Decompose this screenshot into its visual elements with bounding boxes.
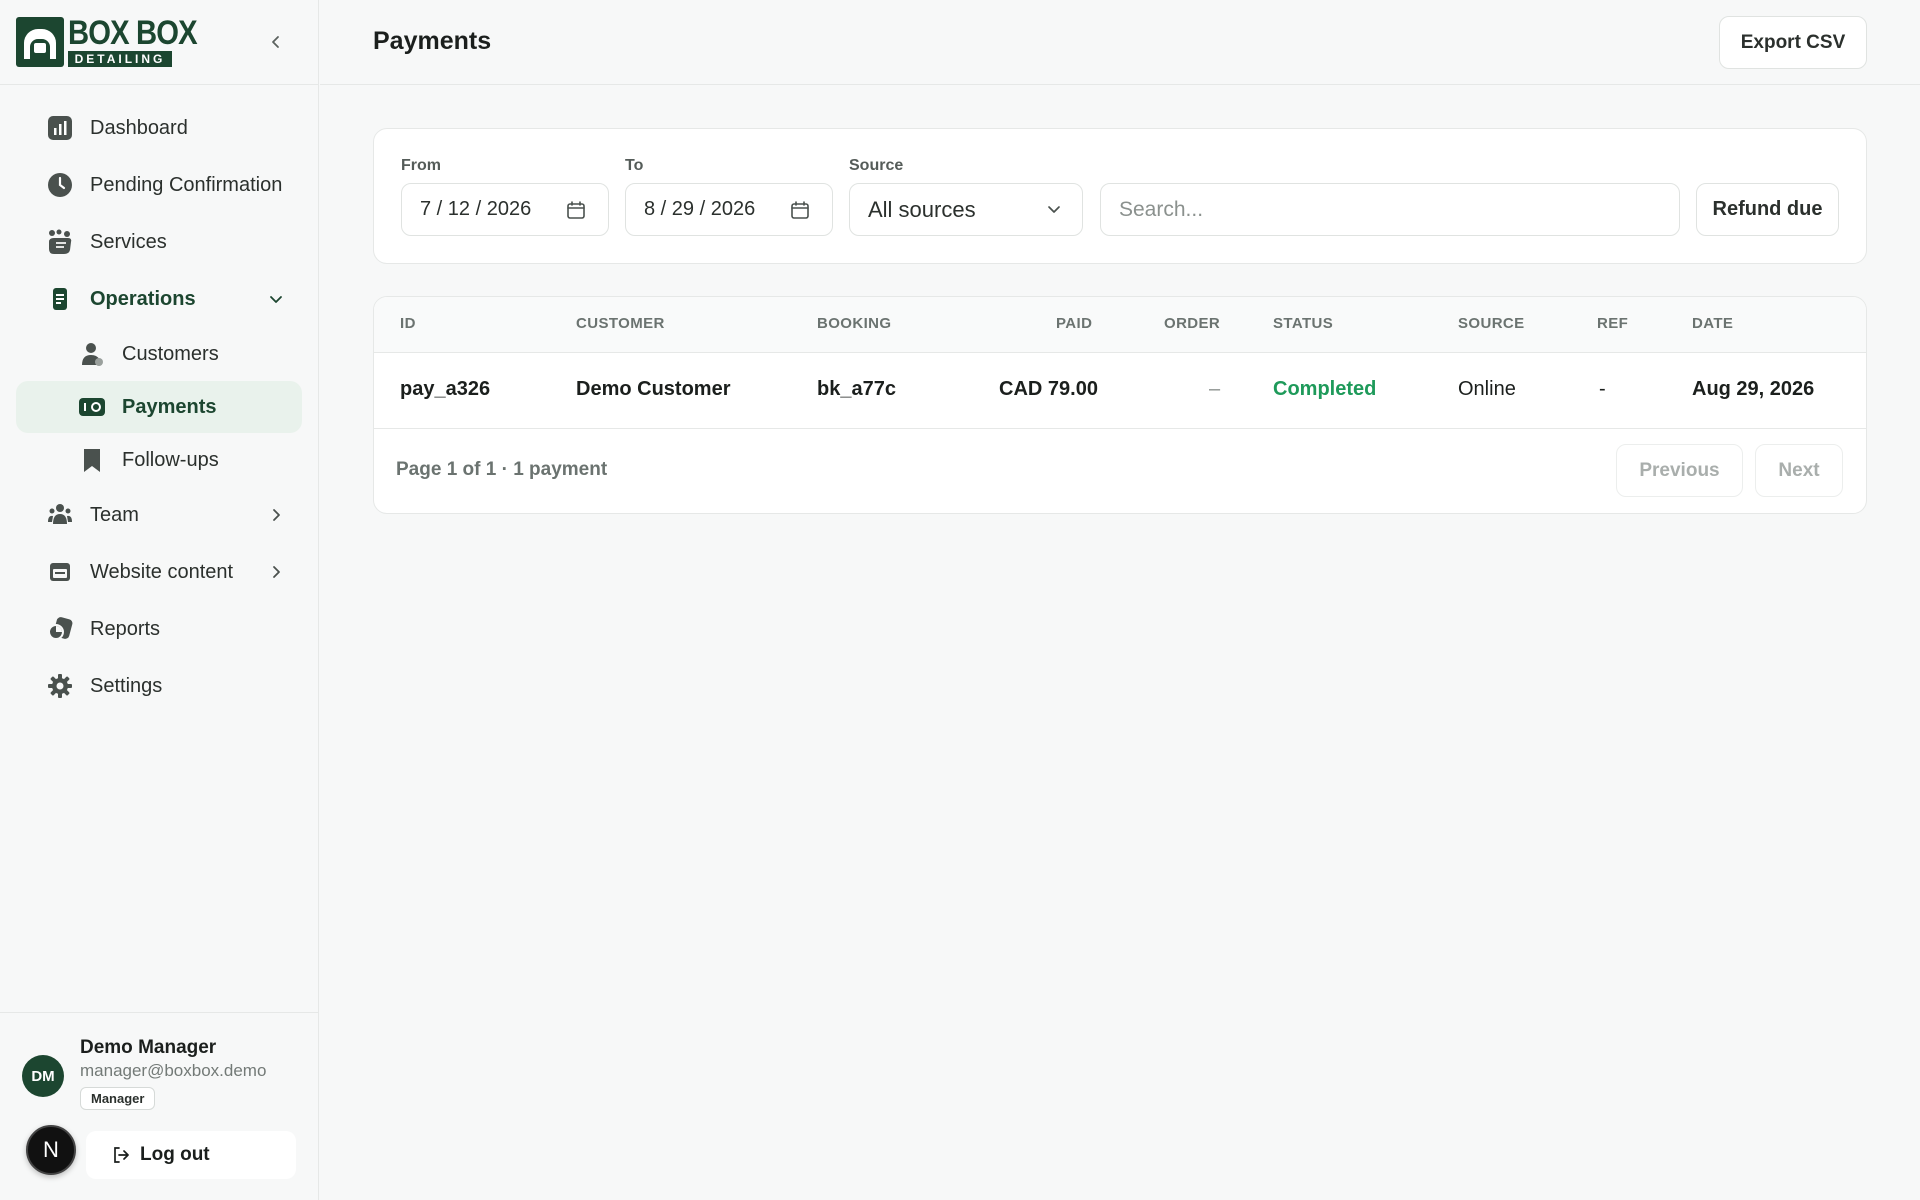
sidebar-item-label: Team <box>90 503 139 526</box>
column-header-ref[interactable]: REF <box>1597 315 1628 332</box>
sidebar-item-label: Services <box>90 230 167 253</box>
cell-id: pay_a326 <box>400 378 491 400</box>
to-date-value: 8 / 29 / 2026 <box>644 198 756 220</box>
sidebar-item-website-content[interactable]: Website content <box>16 544 302 600</box>
sidebar-item-label: Operations <box>90 287 196 310</box>
sidebar-item-team[interactable]: Team <box>16 487 302 543</box>
to-label: To <box>625 157 644 174</box>
cell-booking: bk_a77c <box>817 378 896 400</box>
sidebar-item-label: Customers <box>122 342 219 365</box>
logo-text: BOX BOX <box>68 14 198 52</box>
from-date-input[interactable]: 7 / 12 / 2026 <box>401 183 609 236</box>
sidebar-item-customers[interactable]: Customers <box>16 328 302 380</box>
team-icon <box>46 501 74 529</box>
sidebar-item-label: Reports <box>90 617 161 640</box>
dev-tools-badge[interactable]: N <box>26 1125 76 1175</box>
previous-page-button[interactable]: Previous <box>1616 444 1743 497</box>
source-label: Source <box>849 157 904 174</box>
payments-table: ID CUSTOMER BOOKING PAID ORDER STATUS SO… <box>373 296 1867 514</box>
column-header-order[interactable]: ORDER <box>1164 315 1220 332</box>
page-title: Payments <box>373 27 492 55</box>
source-select[interactable]: All sources <box>849 183 1083 236</box>
column-header-booking[interactable]: BOOKING <box>817 315 891 332</box>
chevron-down-icon <box>264 287 288 311</box>
hand-sparkle-icon <box>46 228 74 256</box>
window-icon <box>46 558 74 586</box>
cell-customer: Demo Customer <box>576 378 731 400</box>
refund-due-button[interactable]: Refund due <box>1696 183 1839 236</box>
user-icon <box>78 340 106 368</box>
table-header: ID CUSTOMER BOOKING PAID ORDER STATUS SO… <box>374 297 1866 353</box>
clock-icon <box>46 171 74 199</box>
sidebar: BOX BOX DETAILING Dashboard Pending Conf… <box>0 0 319 1200</box>
from-label: From <box>401 157 441 174</box>
chevron-right-icon <box>264 503 288 527</box>
sidebar-item-reports[interactable]: Reports <box>16 601 302 657</box>
cell-paid: CAD 79.00 <box>999 378 1098 400</box>
sidebar-item-payments[interactable]: Payments <box>16 381 302 433</box>
column-header-date[interactable]: DATE <box>1692 315 1733 332</box>
cell-source: Online <box>1458 378 1516 400</box>
status-badge: Completed <box>1273 378 1377 400</box>
brand-header: BOX BOX DETAILING <box>0 0 318 85</box>
sidebar-item-label: Dashboard <box>90 116 188 139</box>
sidebar-item-label: Website content <box>90 560 234 583</box>
sidebar-item-settings[interactable]: Settings <box>16 658 302 714</box>
page-header: Payments Export CSV <box>320 0 1920 85</box>
sidebar-item-operations[interactable]: Operations <box>16 271 302 327</box>
column-header-paid[interactable]: PAID <box>1056 315 1092 332</box>
role-badge: Manager <box>80 1087 156 1110</box>
calendar-icon[interactable] <box>566 200 586 220</box>
calendar-icon[interactable] <box>790 200 810 220</box>
logout-icon <box>112 1146 130 1164</box>
sidebar-item-label: Pending Confirmation <box>90 173 283 196</box>
from-date-value: 7 / 12 / 2026 <box>420 198 532 220</box>
column-header-id[interactable]: ID <box>400 315 416 332</box>
source-select-value: All sources <box>868 196 976 222</box>
logo-subtext: DETAILING <box>68 51 172 67</box>
chevron-right-icon <box>264 560 288 584</box>
chart-icon <box>46 114 74 142</box>
column-header-source[interactable]: SOURCE <box>1458 315 1525 332</box>
logout-label: Log out <box>140 1144 210 1165</box>
pagination-summary: Page 1 of 1 · 1 payment <box>396 459 608 480</box>
cell-order: – <box>1209 378 1221 400</box>
sidebar-item-label: Follow-ups <box>122 448 219 471</box>
search-input[interactable]: Search... <box>1100 183 1680 236</box>
sidebar-item-services[interactable]: Services <box>16 214 302 270</box>
avatar[interactable]: DM <box>22 1055 64 1097</box>
sidebar-nav: Dashboard Pending Confirmation Services … <box>0 85 318 714</box>
filter-panel: From 7 / 12 / 2026 To 8 / 29 / 2026 Sour… <box>373 128 1867 264</box>
logo-icon <box>16 17 64 67</box>
table-row[interactable]: pay_a326 Demo Customer bk_a77c CAD 79.00… <box>374 353 1866 429</box>
cell-date: Aug 29, 2026 <box>1692 378 1815 400</box>
bookmark-icon <box>78 446 106 474</box>
user-panel: DM Demo Manager manager@boxbox.demo Mana… <box>0 1012 319 1200</box>
collapse-sidebar-button[interactable] <box>264 30 288 54</box>
chevron-left-icon <box>272 36 279 48</box>
column-header-status[interactable]: STATUS <box>1273 315 1333 332</box>
sidebar-item-label: Settings <box>90 674 163 697</box>
wallet-icon <box>78 393 106 421</box>
logo[interactable]: BOX BOX DETAILING <box>16 14 218 67</box>
gear-icon <box>46 672 74 700</box>
sidebar-item-label: Payments <box>122 395 217 418</box>
column-header-customer[interactable]: CUSTOMER <box>576 315 665 332</box>
to-date-input[interactable]: 8 / 29 / 2026 <box>625 183 833 236</box>
sidebar-item-pending-confirmation[interactable]: Pending Confirmation <box>16 157 302 213</box>
cell-ref: - <box>1599 378 1606 400</box>
sidebar-item-dashboard[interactable]: Dashboard <box>16 100 302 156</box>
next-page-button[interactable]: Next <box>1755 444 1843 497</box>
export-csv-button[interactable]: Export CSV <box>1719 16 1867 69</box>
logout-button[interactable]: Log out <box>86 1131 296 1179</box>
chevron-down-icon <box>1044 199 1064 219</box>
report-icon <box>46 615 74 643</box>
search-placeholder: Search... <box>1119 197 1204 221</box>
sidebar-item-follow-ups[interactable]: Follow-ups <box>16 434 302 486</box>
user-name: Demo Manager <box>80 1037 217 1058</box>
user-email: manager@boxbox.demo <box>80 1061 267 1080</box>
document-icon <box>46 285 74 313</box>
